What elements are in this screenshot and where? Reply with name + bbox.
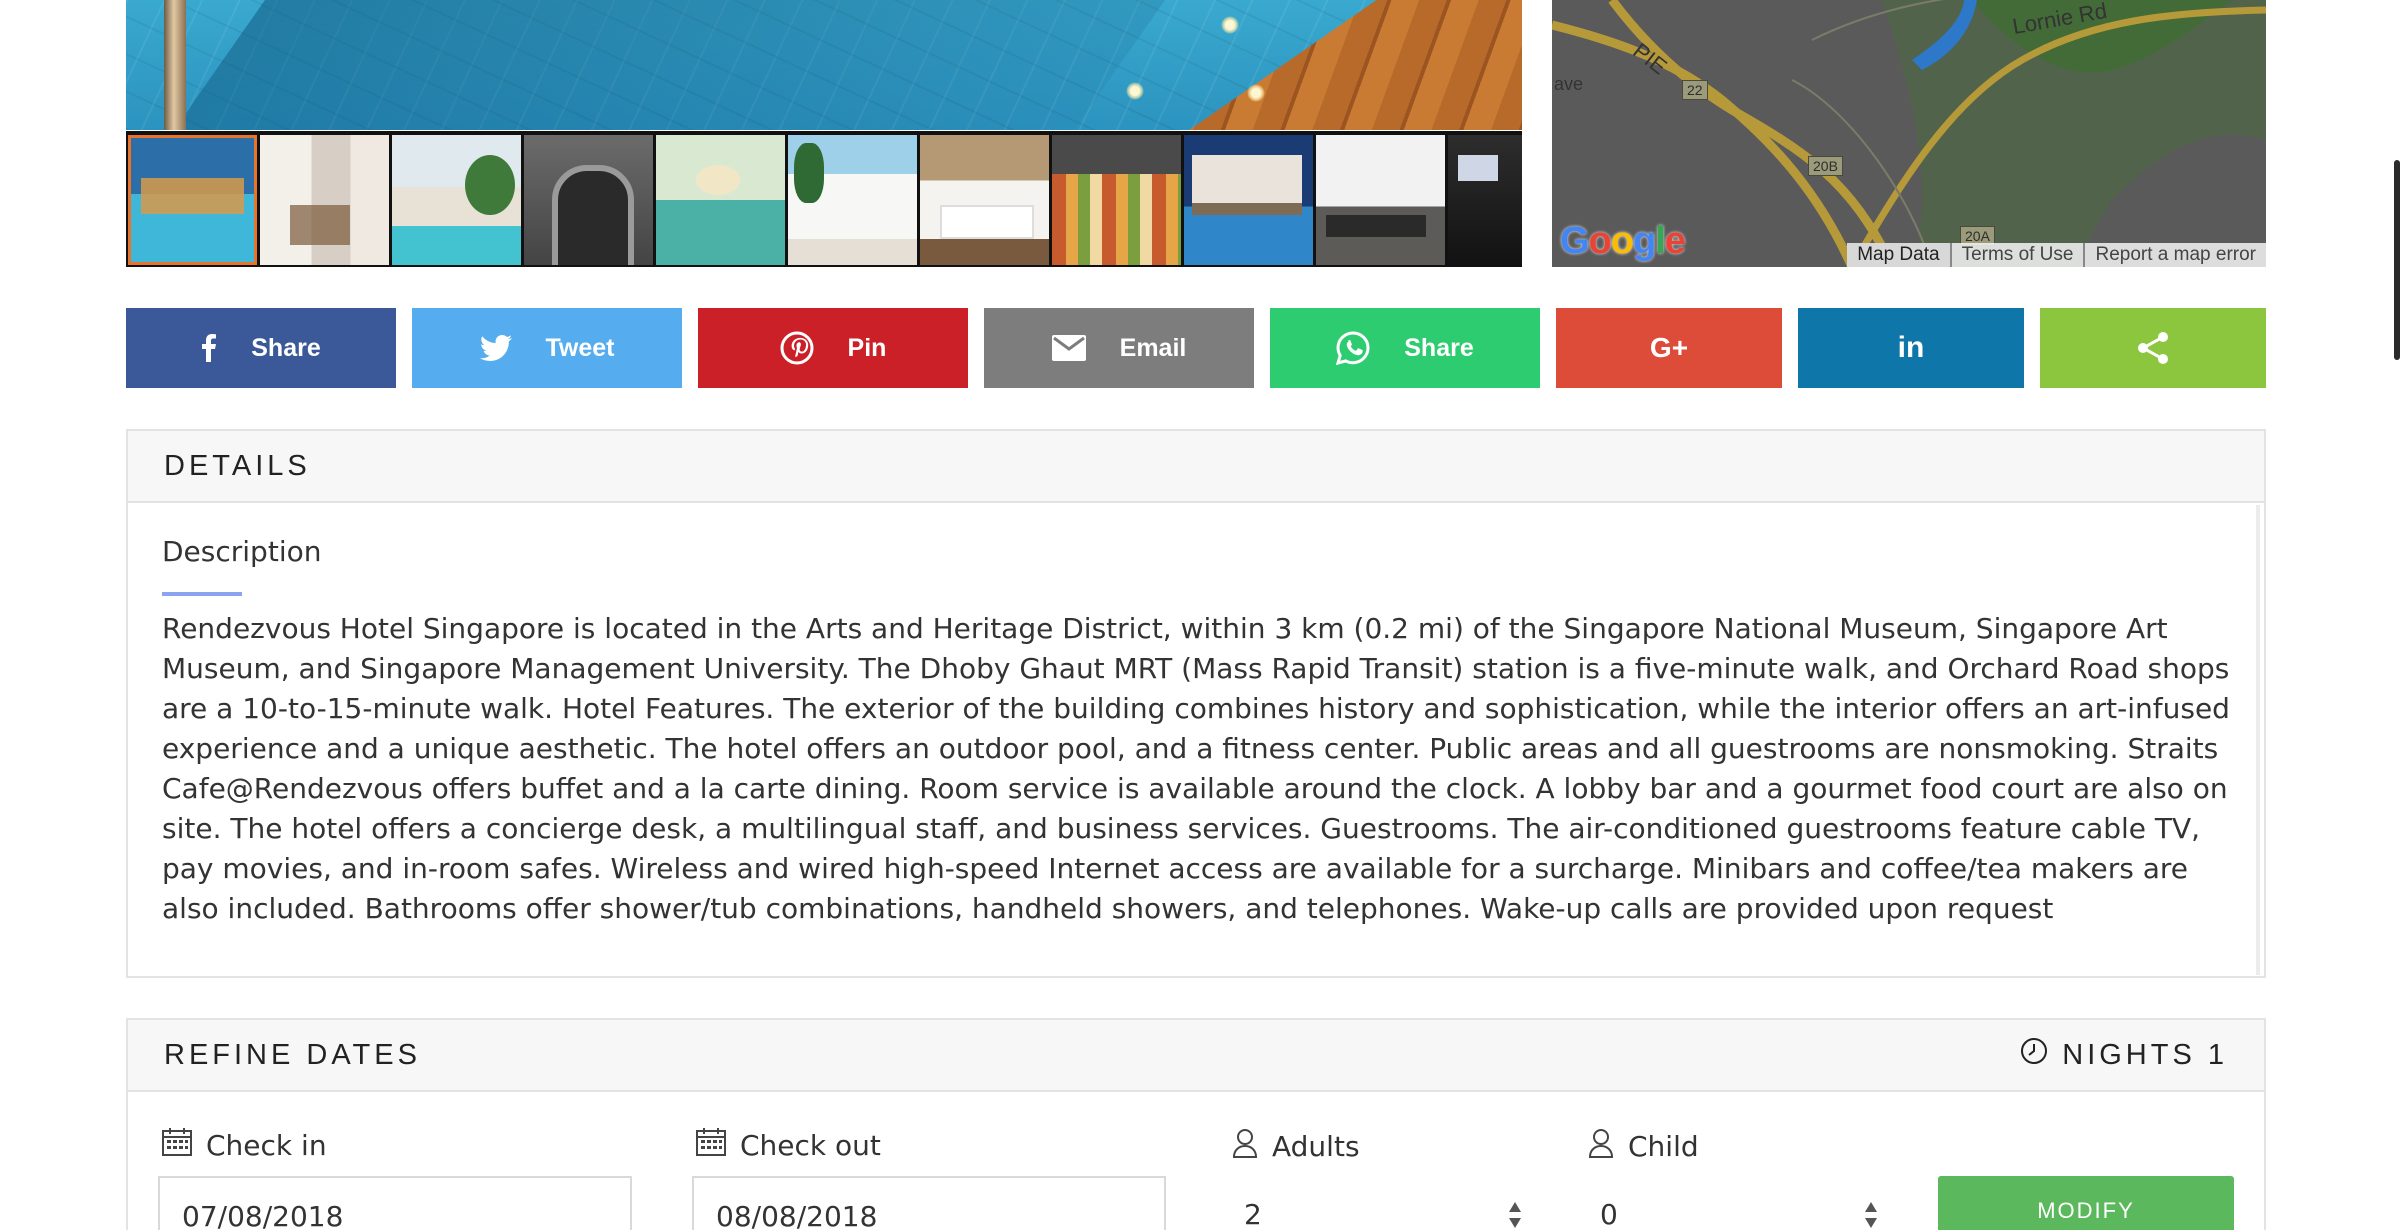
report-map-error-link[interactable]: Report a map error bbox=[2083, 243, 2266, 267]
map-exit-shield: 20B bbox=[1808, 156, 1843, 176]
person-icon bbox=[1232, 1128, 1258, 1165]
location-map[interactable]: Lornie Rd PIE ave 22 20B 20A Google Map … bbox=[1552, 0, 2266, 267]
modify-button[interactable]: MODIFY bbox=[1938, 1176, 2234, 1230]
photo-thumbnail[interactable] bbox=[1184, 135, 1313, 265]
map-edge-label: ave bbox=[1554, 74, 1584, 94]
refine-dates-header: REFINE DATES NIGHTS 1 bbox=[128, 1020, 2264, 1092]
whatsapp-icon bbox=[1336, 331, 1370, 365]
twitter-tweet-button[interactable]: Tweet bbox=[412, 308, 682, 388]
photo-thumbnail[interactable] bbox=[128, 135, 257, 265]
photo-thumbnail[interactable] bbox=[788, 135, 917, 265]
facebook-share-button[interactable]: Share bbox=[126, 308, 396, 388]
map-data-link[interactable]: Map Data bbox=[1847, 243, 1950, 267]
check-in-label: Check in bbox=[162, 1128, 327, 1163]
child-label-text: Child bbox=[1628, 1130, 1699, 1163]
description-title: Description bbox=[162, 535, 322, 568]
adults-label-text: Adults bbox=[1272, 1130, 1360, 1163]
person-icon bbox=[1588, 1128, 1614, 1165]
details-scrollbar[interactable] bbox=[2256, 505, 2260, 975]
child-label: Child bbox=[1588, 1128, 1699, 1165]
more-share-button[interactable] bbox=[2040, 308, 2266, 388]
photo-thumbnail[interactable] bbox=[656, 135, 785, 265]
google-logo: Google bbox=[1560, 220, 1686, 262]
google-plus-share-button[interactable]: G+ bbox=[1556, 308, 1782, 388]
hotel-description: Rendezvous Hotel Singapore is located in… bbox=[162, 612, 2230, 925]
photo-thumbnail[interactable] bbox=[1052, 135, 1181, 265]
social-share-bar: Share Tweet Pin Email Share G+ in bbox=[126, 308, 2266, 388]
terms-of-use-link[interactable]: Terms of Use bbox=[1949, 243, 2084, 267]
details-header: DETAILS bbox=[128, 431, 2264, 503]
twitter-icon bbox=[479, 335, 512, 361]
refine-dates-panel: REFINE DATES NIGHTS 1 Check in 07/08/201… bbox=[126, 1018, 2266, 1230]
refine-dates-heading: REFINE DATES bbox=[164, 1038, 421, 1071]
hotel-main-photo bbox=[126, 0, 1522, 130]
child-value: 0 bbox=[1600, 1198, 1618, 1230]
adults-label: Adults bbox=[1232, 1128, 1360, 1165]
email-icon bbox=[1051, 335, 1086, 361]
select-arrows-icon bbox=[1508, 1202, 1522, 1228]
description-underline bbox=[162, 592, 242, 596]
facebook-share-label: Share bbox=[251, 333, 321, 362]
clock-icon bbox=[2020, 1037, 2048, 1073]
calendar-icon bbox=[696, 1128, 726, 1163]
photo-thumbnail-strip bbox=[126, 131, 1522, 267]
photo-thumbnail[interactable] bbox=[920, 135, 1049, 265]
photo-thumbnail[interactable] bbox=[392, 135, 521, 265]
map-footer-links: Map Data Terms of Use Report a map error bbox=[1847, 243, 2266, 267]
photo-thumbnail[interactable] bbox=[524, 135, 653, 265]
check-out-label: Check out bbox=[696, 1128, 881, 1163]
whatsapp-share-label: Share bbox=[1404, 333, 1474, 362]
email-share-button[interactable]: Email bbox=[984, 308, 1254, 388]
details-heading: DETAILS bbox=[164, 449, 311, 482]
pinterest-icon bbox=[780, 331, 814, 365]
check-out-label-text: Check out bbox=[740, 1129, 881, 1162]
whatsapp-share-button[interactable]: Share bbox=[1270, 308, 1540, 388]
check-in-label-text: Check in bbox=[206, 1129, 327, 1162]
details-panel: DETAILS Description Rendezvous Hotel Sin… bbox=[126, 429, 2266, 978]
photo-thumbnail[interactable] bbox=[1448, 135, 1522, 265]
map-exit-shield: 22 bbox=[1682, 80, 1708, 100]
calendar-icon bbox=[162, 1128, 192, 1163]
linkedin-icon: in bbox=[1897, 331, 1925, 364]
select-arrows-icon bbox=[1864, 1202, 1878, 1228]
adults-value: 2 bbox=[1244, 1198, 1262, 1230]
nights-count: NIGHTS 1 bbox=[2062, 1038, 2228, 1071]
share-icon bbox=[2137, 331, 2169, 365]
check-out-date-input[interactable]: 08/08/2018 bbox=[692, 1176, 1166, 1230]
facebook-icon bbox=[201, 334, 217, 362]
google-plus-icon: G+ bbox=[1649, 332, 1689, 363]
check-in-date-input[interactable]: 07/08/2018 bbox=[158, 1176, 632, 1230]
twitter-tweet-label: Tweet bbox=[545, 333, 615, 362]
adults-select[interactable]: 2 bbox=[1232, 1176, 1522, 1230]
nights-indicator: NIGHTS 1 bbox=[2020, 1037, 2228, 1073]
photo-thumbnail[interactable] bbox=[260, 135, 389, 265]
child-select[interactable]: 0 bbox=[1588, 1176, 1878, 1230]
email-share-label: Email bbox=[1119, 333, 1187, 362]
pinterest-pin-button[interactable]: Pin bbox=[698, 308, 968, 388]
page-scrollbar[interactable] bbox=[2394, 160, 2400, 360]
linkedin-share-button[interactable]: in bbox=[1798, 308, 2024, 388]
pinterest-pin-label: Pin bbox=[847, 333, 887, 362]
photo-thumbnail[interactable] bbox=[1316, 135, 1445, 265]
